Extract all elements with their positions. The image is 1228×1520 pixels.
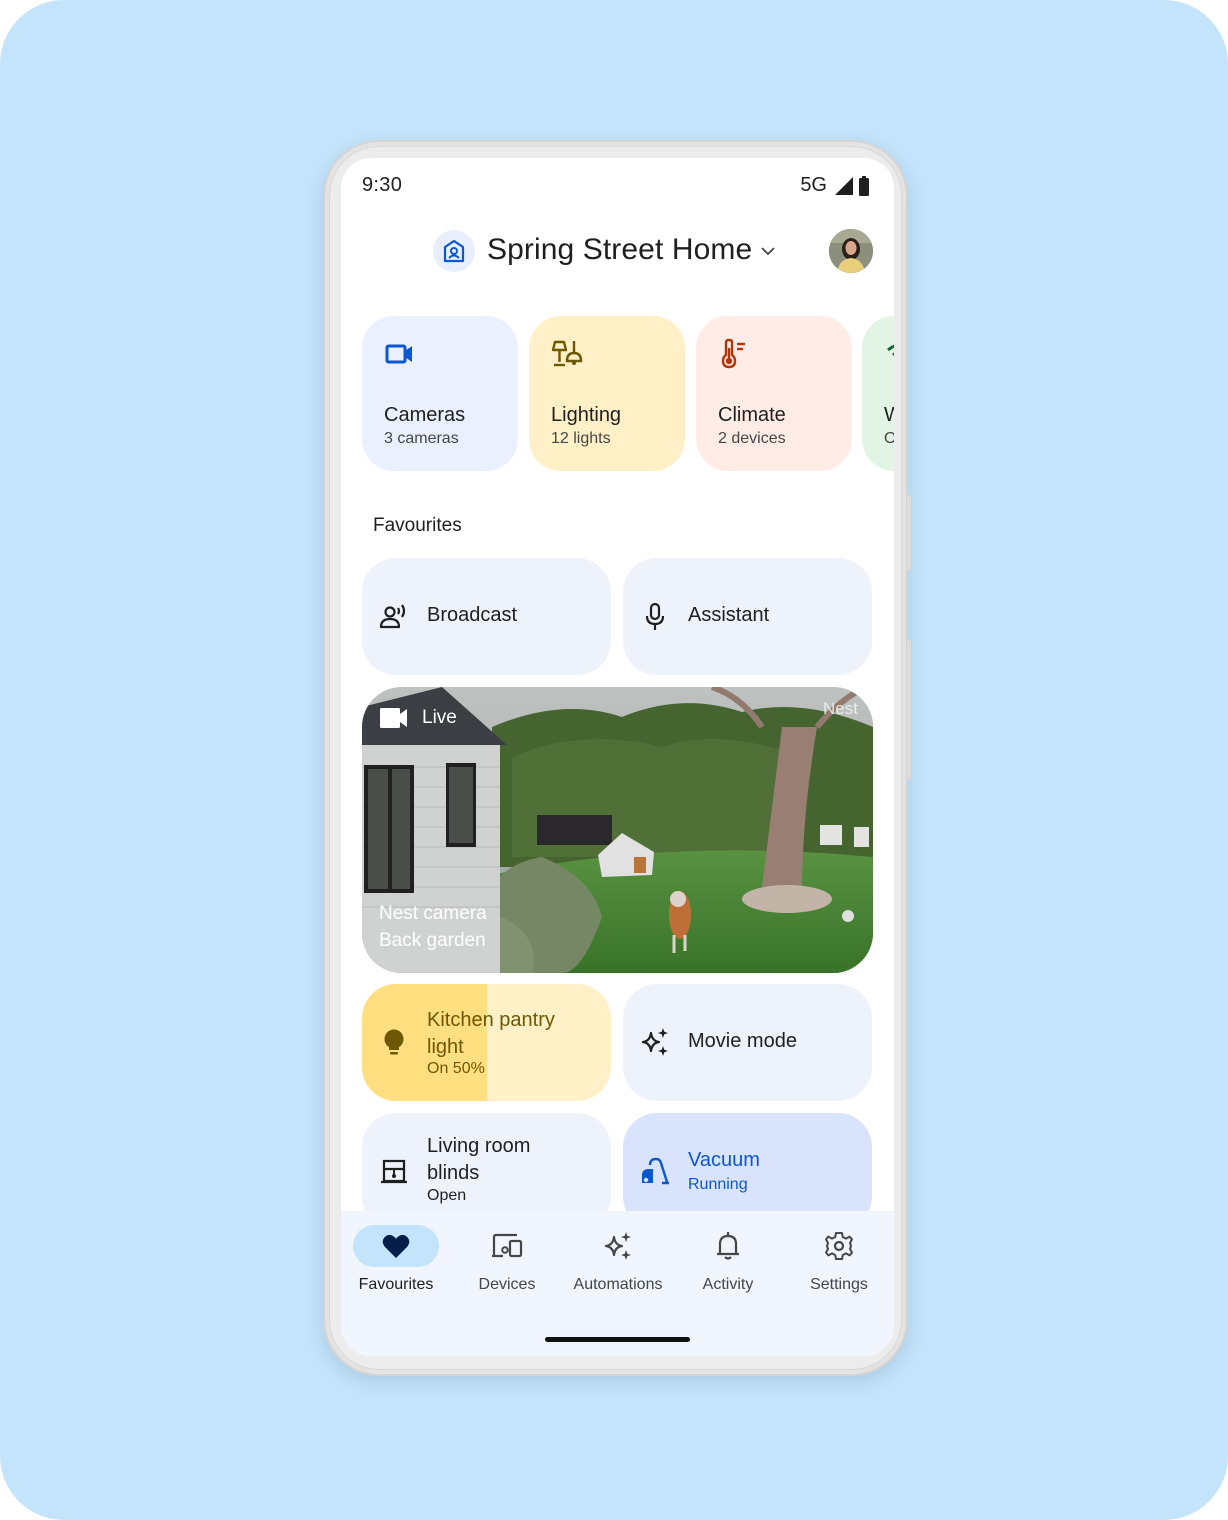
category-title: Lighting	[551, 404, 622, 426]
tile-label: Assistant	[688, 604, 770, 626]
videocam-icon	[385, 344, 412, 364]
status-time: 9:30	[362, 174, 403, 196]
tile-label: Kitchen pantry light	[427, 1007, 555, 1061]
category-climate[interactable]: Climate 2 devices	[696, 316, 852, 471]
status-indicators: 5G	[800, 174, 870, 197]
battery-icon	[859, 175, 869, 196]
tile-label: Vacuum	[688, 1149, 760, 1171]
category-title: Climate	[718, 404, 786, 426]
movie-mode-tile[interactable]: Movie mode	[623, 984, 872, 1101]
chevron-down-icon[interactable]	[759, 242, 777, 260]
category-subtitle: 3 cameras	[384, 430, 459, 447]
tile-label: Living room blinds	[427, 1133, 530, 1187]
blinds-icon	[381, 1159, 407, 1184]
category-subtitle: 2 devices	[718, 430, 786, 447]
vacuum-icon	[642, 1157, 669, 1185]
home-camera-icon	[443, 239, 465, 263]
broadcast-tile[interactable]: Broadcast	[362, 558, 611, 675]
label-line-2: blinds	[427, 1162, 480, 1184]
camera-name: Nest camera	[379, 903, 487, 924]
network-type: 5G	[800, 174, 827, 196]
tile-label: Movie mode	[688, 1030, 797, 1052]
tile-status: On 50%	[427, 1060, 485, 1077]
power-button	[907, 495, 912, 570]
category-lighting[interactable]: Lighting 12 lights	[529, 316, 685, 471]
avatar[interactable]	[829, 229, 873, 273]
section-title-favourites: Favourites	[373, 515, 462, 536]
nav-label: Automations	[573, 1276, 663, 1293]
lamp-icon	[551, 340, 583, 367]
live-label: Live	[422, 707, 457, 728]
category-cameras[interactable]: Cameras 3 cameras	[362, 316, 518, 471]
background: 9:30 5G Spring Street Home Cameras 3 cam…	[0, 0, 1228, 1520]
category-title: Cameras	[384, 404, 466, 426]
nav-activity[interactable]: Activity	[673, 1225, 783, 1305]
nav-label: Activity	[702, 1276, 754, 1293]
category-subtitle: O	[884, 430, 894, 447]
mic-icon	[645, 602, 665, 630]
sparkle-icon	[641, 1028, 668, 1056]
home-icon-button[interactable]	[433, 230, 475, 272]
nav-icon-container	[685, 1225, 771, 1267]
sparkle-icon	[604, 1232, 631, 1260]
nav-devices[interactable]: Devices	[452, 1225, 562, 1305]
category-title: W	[884, 404, 894, 426]
tile-status: Running	[688, 1176, 748, 1193]
avatar-photo	[829, 229, 873, 273]
home-header: Spring Street Home	[341, 228, 894, 276]
devices-icon	[492, 1233, 523, 1258]
category-carousel: Cameras 3 cameras Lighting 12 lights Cli…	[362, 316, 894, 471]
tile-label: Broadcast	[427, 604, 518, 626]
camera-location: Back garden	[379, 930, 486, 951]
nav-label: Settings	[810, 1276, 868, 1293]
nav-settings[interactable]: Settings	[784, 1225, 894, 1305]
kitchen-light-tile[interactable]: Kitchen pantry light On 50%	[362, 984, 611, 1101]
camera-feed[interactable]: Live Nest Nest camera Back garden	[362, 687, 873, 973]
label-line-2: light	[427, 1036, 464, 1058]
nav-icon-container	[464, 1225, 550, 1267]
wifi-icon	[887, 344, 894, 357]
assistant-tile[interactable]: Assistant	[623, 558, 872, 675]
phone-screen: 9:30 5G Spring Street Home Cameras 3 cam…	[341, 158, 894, 1356]
gear-icon	[825, 1232, 853, 1260]
live-indicator: Live	[380, 707, 457, 729]
nav-label: Favourites	[358, 1276, 434, 1293]
videocam-icon	[380, 708, 407, 728]
lightbulb-icon	[384, 1029, 404, 1055]
thermostat-icon	[721, 338, 745, 369]
tile-status: Open	[427, 1187, 467, 1204]
nav-automations[interactable]: Automations	[563, 1225, 673, 1305]
home-selector[interactable]: Spring Street Home	[487, 233, 752, 267]
gesture-home-bar[interactable]	[545, 1337, 690, 1342]
nav-icon-container	[796, 1225, 882, 1267]
category-wifi[interactable]: W O	[862, 316, 894, 471]
label-line-1: Living room	[427, 1135, 531, 1157]
nav-active-indicator	[353, 1225, 439, 1267]
bell-icon	[717, 1232, 739, 1260]
broadcast-icon	[379, 604, 406, 629]
nav-icon-container	[575, 1225, 661, 1267]
nav-label: Devices	[478, 1276, 536, 1293]
category-subtitle: 12 lights	[551, 430, 611, 447]
cell-signal-icon	[835, 176, 853, 195]
volume-button	[907, 640, 912, 780]
camera-brand: Nest	[823, 699, 858, 718]
bottom-navigation: Favourites Devices Automations Activity …	[341, 1211, 894, 1356]
heart-icon	[382, 1234, 410, 1258]
nav-favourites[interactable]: Favourites	[341, 1225, 451, 1305]
label-line-1: Kitchen pantry	[427, 1009, 555, 1031]
